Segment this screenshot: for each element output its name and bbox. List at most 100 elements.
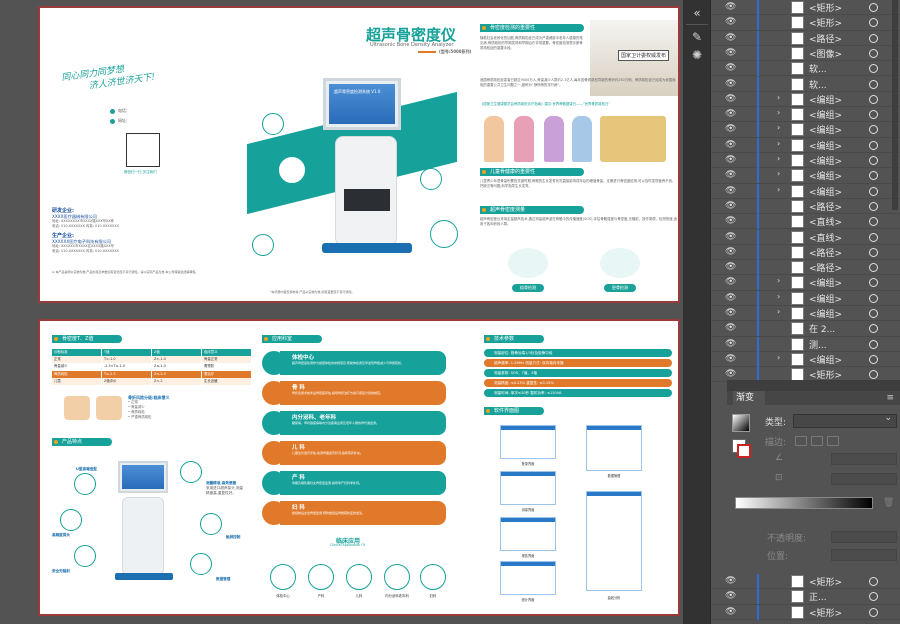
expand-arrow-icon[interactable]: › xyxy=(777,169,780,178)
layer-name[interactable]: <编组> xyxy=(809,123,842,136)
layer-row[interactable]: 👁 <路径> xyxy=(711,260,900,276)
layer-name[interactable]: <矩形> xyxy=(809,575,842,588)
stroke-along-icon[interactable] xyxy=(811,436,823,446)
visibility-eye-icon[interactable]: 👁 xyxy=(725,354,737,364)
layer-row[interactable]: 👁 › <编组> xyxy=(711,306,900,322)
target-circle-icon[interactable] xyxy=(869,247,878,257)
target-circle-icon[interactable] xyxy=(869,33,878,43)
artboard-1[interactable]: 同心同力同梦想 济人济世济天下! 电话: 网址: 微信扫一扫 关注我们 研发企业… xyxy=(38,6,680,303)
layer-row[interactable]: 👁 › <编组> xyxy=(711,91,900,108)
layer-name[interactable]: <编组> xyxy=(809,292,842,305)
layer-row[interactable]: 👁 › <编组> xyxy=(711,122,900,138)
target-circle-icon[interactable] xyxy=(869,339,878,349)
expand-arrow-icon[interactable]: › xyxy=(777,307,780,316)
layer-row[interactable]: 👁 正... xyxy=(711,589,900,605)
aspect-ratio-field[interactable] xyxy=(831,473,897,485)
target-circle-icon[interactable] xyxy=(869,125,878,135)
visibility-eye-icon[interactable]: 👁 xyxy=(725,262,737,272)
layer-name[interactable]: 在 2... xyxy=(809,322,835,335)
layer-name[interactable]: <编组> xyxy=(809,307,842,320)
layer-name[interactable]: 正... xyxy=(809,590,827,603)
visibility-eye-icon[interactable]: 👁 xyxy=(725,170,737,180)
layer-name[interactable]: <编组> xyxy=(809,276,842,289)
expand-arrow-icon[interactable]: › xyxy=(777,93,780,102)
visibility-eye-icon[interactable]: 👁 xyxy=(725,247,737,257)
layer-row[interactable]: 👁 › <编组> xyxy=(711,168,900,184)
layer-row[interactable]: 👁 <矩形> xyxy=(711,574,900,590)
visibility-eye-icon[interactable]: 👁 xyxy=(725,94,737,104)
layer-row[interactable]: 👁 在 2... xyxy=(711,321,900,337)
target-circle-icon[interactable] xyxy=(869,48,878,58)
visibility-eye-icon[interactable]: 👁 xyxy=(725,33,737,43)
gradient-slider[interactable] xyxy=(735,497,873,509)
target-circle-icon[interactable] xyxy=(869,94,878,104)
layer-row[interactable]: 👁 › <编组> xyxy=(711,153,900,169)
layer-row[interactable]: 👁 测... xyxy=(711,336,900,352)
target-circle-icon[interactable] xyxy=(869,607,878,617)
layer-name[interactable]: 软... xyxy=(809,62,827,75)
target-circle-icon[interactable] xyxy=(869,293,878,303)
layer-name[interactable]: 软... xyxy=(809,78,827,91)
layer-row[interactable]: 👁 › <编组> xyxy=(711,275,900,291)
stroke-within-icon[interactable] xyxy=(795,436,807,446)
layer-name[interactable]: 测... xyxy=(809,338,827,351)
layer-name[interactable]: <矩形> xyxy=(809,16,842,29)
visibility-eye-icon[interactable]: 👁 xyxy=(725,109,737,119)
target-circle-icon[interactable] xyxy=(869,278,878,288)
layer-name[interactable]: <矩形> xyxy=(809,1,842,14)
visibility-eye-icon[interactable]: 👁 xyxy=(725,277,737,287)
layer-name[interactable]: <编组> xyxy=(809,185,842,198)
layer-row[interactable]: 👁 软... xyxy=(711,61,900,77)
layer-name[interactable]: <编组> xyxy=(809,169,842,182)
visibility-eye-icon[interactable]: 👁 xyxy=(725,79,737,89)
visibility-eye-icon[interactable]: 👁 xyxy=(725,186,737,196)
layer-row[interactable]: 👁 › <编组> xyxy=(711,351,900,368)
layer-name[interactable]: <编组> xyxy=(809,108,842,121)
layer-name[interactable]: <直线> xyxy=(809,215,842,228)
layer-row[interactable]: 👁 › <编组> xyxy=(711,137,900,153)
gradient-swatch[interactable] xyxy=(732,414,750,432)
layer-name[interactable]: <路径> xyxy=(809,200,842,213)
visibility-eye-icon[interactable]: 👁 xyxy=(725,140,737,150)
layers-scrollbar[interactable] xyxy=(892,0,898,210)
document-canvas[interactable]: 同心同力同梦想 济人济世济天下! 电话: 网址: 微信扫一扫 关注我们 研发企业… xyxy=(0,0,683,624)
pen-tool-icon[interactable]: ✎ xyxy=(687,28,707,46)
target-circle-icon[interactable] xyxy=(869,64,878,74)
layer-name[interactable]: <路径> xyxy=(809,32,842,45)
layer-row[interactable]: 👁 › <编组> xyxy=(711,183,900,199)
layer-name[interactable]: <编组> xyxy=(809,353,842,366)
visibility-eye-icon[interactable]: 👁 xyxy=(725,201,737,211)
target-circle-icon[interactable] xyxy=(869,201,878,211)
target-circle-icon[interactable] xyxy=(869,18,878,28)
stroke-swatch[interactable] xyxy=(737,444,751,458)
position-field[interactable] xyxy=(831,549,897,561)
layer-name[interactable]: <路径> xyxy=(809,246,842,259)
visibility-eye-icon[interactable]: 👁 xyxy=(725,591,737,601)
gradient-type-select[interactable] xyxy=(793,413,897,428)
visibility-eye-icon[interactable]: 👁 xyxy=(725,63,737,73)
layer-name[interactable]: <图像> xyxy=(809,47,842,60)
target-circle-icon[interactable] xyxy=(869,354,878,364)
visibility-eye-icon[interactable]: 👁 xyxy=(725,17,737,27)
visibility-eye-icon[interactable]: 👁 xyxy=(725,607,737,617)
visibility-eye-icon[interactable]: 👁 xyxy=(725,216,737,226)
visibility-eye-icon[interactable]: 👁 xyxy=(725,339,737,349)
visibility-eye-icon[interactable]: 👁 xyxy=(725,308,737,318)
visibility-eye-icon[interactable]: 👁 xyxy=(725,369,737,379)
layer-row[interactable]: 👁 <路径> xyxy=(711,198,900,215)
expand-arrow-icon[interactable]: › xyxy=(777,276,780,285)
trash-icon[interactable]: 🗑 xyxy=(883,498,894,508)
panel-menu-icon[interactable]: ≡ xyxy=(886,393,894,403)
target-circle-icon[interactable] xyxy=(869,140,878,150)
visibility-eye-icon[interactable]: 👁 xyxy=(725,576,737,586)
layer-name[interactable]: <路径> xyxy=(809,261,842,274)
visibility-eye-icon[interactable]: 👁 xyxy=(725,155,737,165)
target-circle-icon[interactable] xyxy=(869,263,878,273)
expand-arrow-icon[interactable]: › xyxy=(777,353,780,362)
layer-row[interactable]: 👁 <图像> xyxy=(711,45,900,62)
layer-row[interactable]: 👁 › <编组> xyxy=(711,107,900,123)
layer-row[interactable]: 👁 <矩形> xyxy=(711,0,900,16)
layer-name[interactable]: <编组> xyxy=(809,154,842,167)
target-circle-icon[interactable] xyxy=(869,79,878,89)
target-circle-icon[interactable] xyxy=(869,324,878,334)
